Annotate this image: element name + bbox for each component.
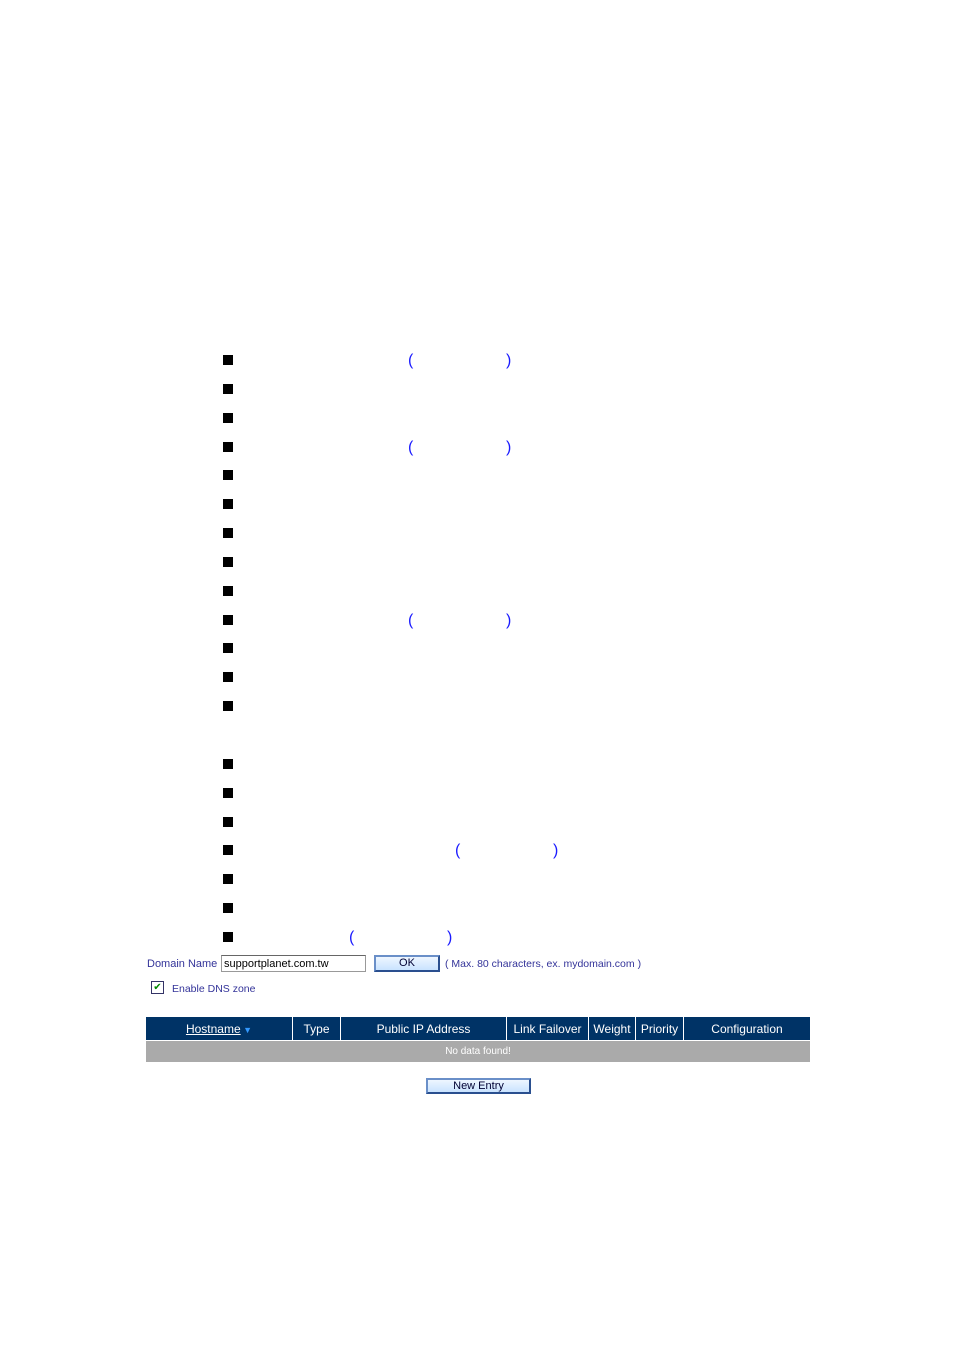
- paren-open: (: [408, 352, 414, 369]
- column-public-ip: Public IP Address: [340, 1017, 507, 1041]
- bullet-marker: [223, 759, 233, 769]
- column-hostname[interactable]: Hostname ▼: [146, 1017, 293, 1041]
- column-weight: Weight: [588, 1017, 636, 1041]
- empty-message: No data found!: [146, 1040, 810, 1062]
- paren-close: ): [447, 929, 453, 946]
- sort-down-icon: ▼: [240, 1024, 253, 1035]
- bullet-marker: [223, 586, 233, 596]
- dns-table: Hostname ▼ Type Public IP Address Link F…: [146, 1017, 810, 1062]
- bullet-marker: [223, 528, 233, 538]
- domain-name-label: Domain Name :: [147, 958, 224, 970]
- new-entry-button[interactable]: New Entry: [426, 1078, 531, 1094]
- bullet-marker: [223, 701, 233, 711]
- domain-hint: ( Max. 80 characters, ex. mydomain.com ): [445, 958, 642, 970]
- bullet-marker: [223, 413, 233, 423]
- bullet-marker: [223, 817, 233, 827]
- paren-close: ): [506, 352, 512, 369]
- bullet-marker: [223, 643, 233, 653]
- bullet-marker: [223, 932, 233, 942]
- bullet-marker: [223, 845, 233, 855]
- bullet-marker: [223, 874, 233, 884]
- ok-button[interactable]: OK: [374, 955, 440, 972]
- domain-name-input[interactable]: [221, 955, 366, 972]
- bullet-marker: [223, 672, 233, 682]
- enable-dns-label: Enable DNS zone: [172, 983, 256, 995]
- column-priority: Priority: [635, 1017, 684, 1041]
- bullet-marker: [223, 470, 233, 480]
- checkmark-icon: ✔: [153, 982, 162, 993]
- bullet-marker: [223, 442, 233, 452]
- bullet-marker: [223, 499, 233, 509]
- paren-open: (: [349, 929, 355, 946]
- bullet-marker: [223, 384, 233, 394]
- paren-open: (: [408, 439, 414, 456]
- paren-close: ): [506, 612, 512, 629]
- paren-open: (: [455, 842, 461, 859]
- table-header: Hostname ▼ Type Public IP Address Link F…: [146, 1017, 810, 1041]
- bullet-marker: [223, 788, 233, 798]
- column-configuration: Configuration: [683, 1017, 810, 1041]
- bullet-marker: [223, 355, 233, 365]
- paren-close: ): [553, 842, 559, 859]
- column-link-failover: Link Failover: [506, 1017, 589, 1041]
- paren-open: (: [408, 612, 414, 629]
- bullet-marker: [223, 903, 233, 913]
- bullet-marker: [223, 557, 233, 567]
- paren-close: ): [506, 439, 512, 456]
- bullet-marker: [223, 615, 233, 625]
- column-type: Type: [292, 1017, 341, 1041]
- enable-dns-checkbox[interactable]: ✔: [151, 981, 164, 994]
